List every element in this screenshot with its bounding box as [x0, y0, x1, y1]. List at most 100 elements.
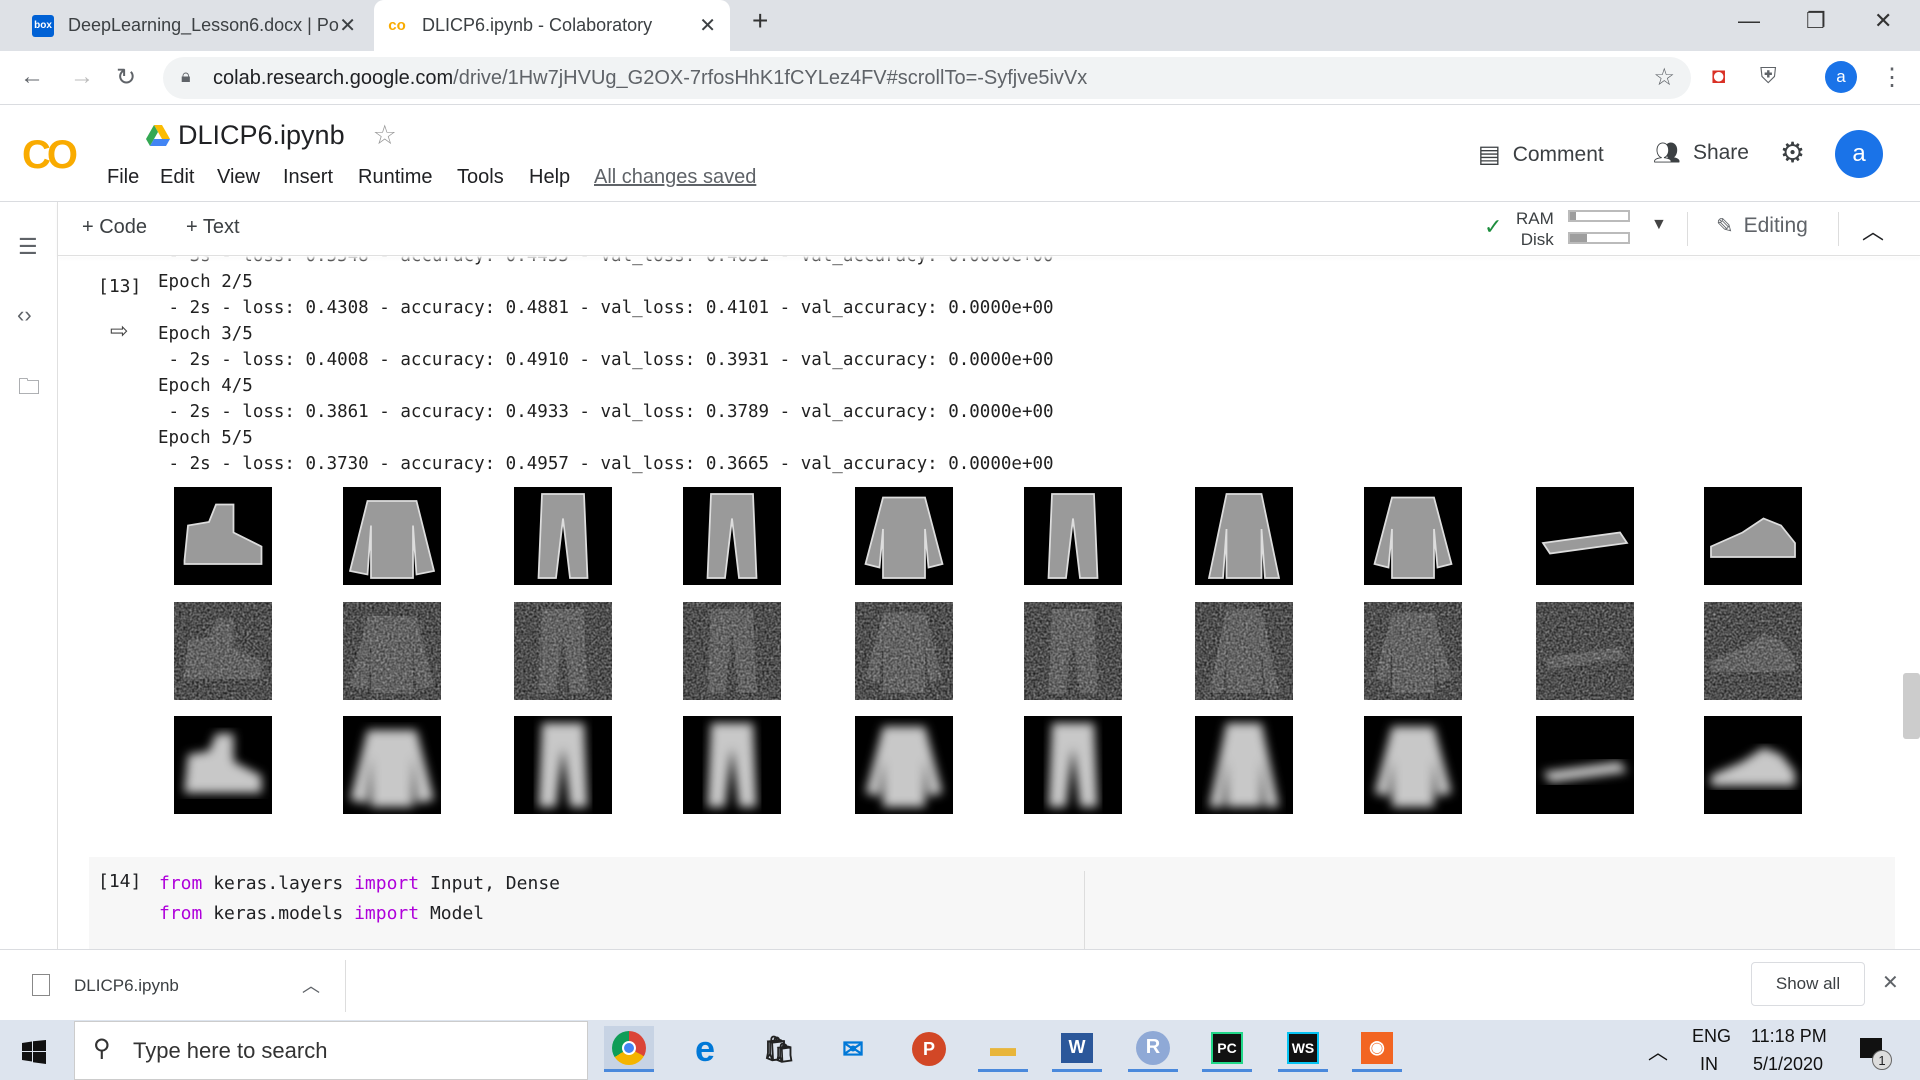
tab-colab[interactable]: co DLICP6.ipynb - Colaboratory ✕ [374, 0, 730, 51]
r-app-icon[interactable]: R [1128, 1026, 1178, 1072]
webstorm-app-icon[interactable]: WS [1278, 1026, 1328, 1072]
lock-icon: 🔒︎ [181, 66, 191, 86]
bookmark-star-icon[interactable]: ☆ [1653, 63, 1675, 92]
menu-view[interactable]: View [217, 166, 260, 189]
denoised-image-boot [174, 716, 272, 814]
output-line: Epoch 4/5 [158, 376, 253, 396]
account-avatar[interactable]: a [1835, 130, 1883, 178]
share-label: Share [1692, 141, 1749, 164]
edge-app-icon[interactable]: e [680, 1026, 730, 1072]
close-window-icon[interactable]: ✕ [1874, 8, 1892, 34]
show-hidden-icons-chevron[interactable]: ︿ [1648, 1036, 1668, 1065]
collapse-header-icon[interactable]: ︿ [1862, 214, 1884, 246]
output-line: - 2s - loss: 0.4308 - accuracy: 0.4881 -… [158, 298, 1054, 318]
menu-help[interactable]: Help [529, 166, 570, 189]
scroll-fade [58, 256, 1920, 262]
download-filename[interactable]: DLICP6.ipynb [74, 976, 179, 996]
clock-time[interactable]: 11:18 PM [1751, 1026, 1827, 1047]
left-sidebar: ☰ ‹› 🗀 [0, 202, 58, 949]
search-icon: ⚲ [93, 1035, 111, 1062]
notebook-title[interactable]: DLICP6.ipynb ☆ [146, 120, 397, 151]
code-editor[interactable]: from keras.layers import Input, Dense fr… [159, 869, 560, 929]
region-indicator[interactable]: IN [1700, 1054, 1718, 1075]
powerpoint-app-icon[interactable]: P [904, 1026, 954, 1072]
keyword: import [354, 903, 420, 924]
save-status-link[interactable]: All changes saved [594, 166, 756, 189]
original-image-jacket [1195, 487, 1293, 585]
original-image-trousers [514, 487, 612, 585]
word-app-icon[interactable]: W [1052, 1026, 1102, 1072]
denoised-image-svg [538, 723, 588, 807]
reload-icon[interactable]: ↻ [116, 63, 136, 92]
colab-logo[interactable]: CO [22, 133, 78, 178]
store-app-icon[interactable]: 🛍︎ [754, 1026, 804, 1072]
resources-indicator[interactable]: RAM Disk [1516, 208, 1554, 250]
pycharm-app-icon[interactable]: PC [1202, 1026, 1252, 1072]
restore-icon[interactable]: ❐ [1806, 8, 1826, 34]
close-tab-icon[interactable]: ✕ [699, 13, 716, 38]
original-image-svg [1710, 517, 1796, 558]
clock-date[interactable]: 5/1/2020 [1753, 1054, 1823, 1075]
resources-dropdown-icon[interactable]: ▼ [1651, 216, 1667, 234]
editing-mode-button[interactable]: ✎ Editing [1716, 214, 1808, 239]
screenshot-app-icon[interactable]: ◉ [1352, 1026, 1402, 1072]
minimize-icon[interactable]: — [1738, 8, 1760, 34]
download-options-chevron-icon[interactable]: ︿ [302, 972, 320, 998]
denoised-image-svg [1374, 726, 1452, 807]
disk-bar [1568, 232, 1630, 244]
noisy-image-trousers [514, 602, 612, 700]
windows-start-icon[interactable] [22, 1040, 46, 1064]
forward-icon[interactable]: → [70, 63, 94, 91]
table-of-contents-icon[interactable]: ☰ [18, 234, 38, 260]
settings-gear-icon[interactable]: ⚙ [1780, 136, 1805, 169]
denoised-image-svg [350, 730, 434, 807]
shield-extension-icon[interactable]: ⛨ [1760, 63, 1777, 89]
url-path: /drive/1Hw7jHVUg_G2OX-7rfosHhK1fCYLez4FV… [453, 66, 1088, 89]
back-icon[interactable]: ← [20, 63, 44, 91]
original-image-trousers [683, 487, 781, 585]
menu-edit[interactable]: Edit [160, 166, 194, 189]
notification-count-badge: 1 [1872, 1050, 1892, 1070]
add-code-button[interactable]: + Code [82, 216, 147, 239]
output-actions-icon[interactable]: ⇨ [110, 318, 128, 344]
connected-check-icon: ✓ [1484, 214, 1503, 239]
code-line: from keras.models import Model [159, 899, 560, 929]
box-icon: box [32, 14, 54, 37]
code-snippets-icon[interactable]: ‹› [17, 302, 32, 328]
original-image-shirt [1364, 487, 1462, 585]
notebook-title-text[interactable]: DLICP6.ipynb [178, 120, 345, 151]
menu-runtime[interactable]: Runtime [358, 166, 432, 189]
url-input[interactable]: 🔒︎ colab.research.google.com/drive/1Hw7j… [163, 57, 1691, 99]
output-line: - 2s - loss: 0.4008 - accuracy: 0.4910 -… [158, 350, 1054, 370]
output-line: Epoch 3/5 [158, 324, 253, 344]
tab-deeplearning-doc[interactable]: box DeepLearning_Lesson6.docx | Po ✕ [20, 0, 370, 51]
pocket-extension-icon[interactable]: ◘ [1712, 63, 1725, 89]
browser-tab-bar: box DeepLearning_Lesson6.docx | Po ✕ co … [0, 0, 1920, 51]
denoised-image-svg [184, 733, 262, 793]
star-icon[interactable]: ☆ [373, 120, 397, 151]
file-explorer-app-icon[interactable]: ▬ [978, 1026, 1028, 1072]
output-line: - 2s - loss: 0.3730 - accuracy: 0.4957 -… [158, 454, 1054, 474]
comment-button[interactable]: ▤ Comment [1478, 140, 1604, 169]
share-button[interactable]: 👥︎ Share [1653, 140, 1749, 166]
profile-avatar[interactable]: a [1825, 61, 1857, 93]
files-folder-icon[interactable]: 🗀 [18, 370, 40, 408]
add-text-button[interactable]: + Text [186, 216, 240, 239]
code-cell-14[interactable]: [14] from keras.layers import Input, Den… [89, 857, 1895, 949]
menu-file[interactable]: File [107, 166, 139, 189]
menu-insert[interactable]: Insert [283, 166, 333, 189]
close-download-bar-icon[interactable]: ✕ [1882, 970, 1899, 995]
language-indicator[interactable]: ENG [1692, 1026, 1731, 1047]
chrome-app-icon[interactable] [604, 1026, 654, 1072]
menu-kebab-icon[interactable]: ⋮ [1880, 63, 1904, 92]
mail-app-icon[interactable]: ✉ [828, 1026, 878, 1072]
new-tab-icon[interactable]: + [752, 5, 768, 37]
close-tab-icon[interactable]: ✕ [339, 13, 356, 38]
url-host: colab.research.google.com [213, 66, 454, 89]
taskbar-search-input[interactable]: ⚲ Type here to search [74, 1021, 588, 1080]
show-all-button[interactable]: Show all [1751, 962, 1865, 1006]
noisy-image-svg [1024, 602, 1122, 700]
divider [345, 960, 346, 1012]
scrollbar-thumb[interactable] [1903, 673, 1920, 739]
menu-tools[interactable]: Tools [457, 166, 504, 189]
